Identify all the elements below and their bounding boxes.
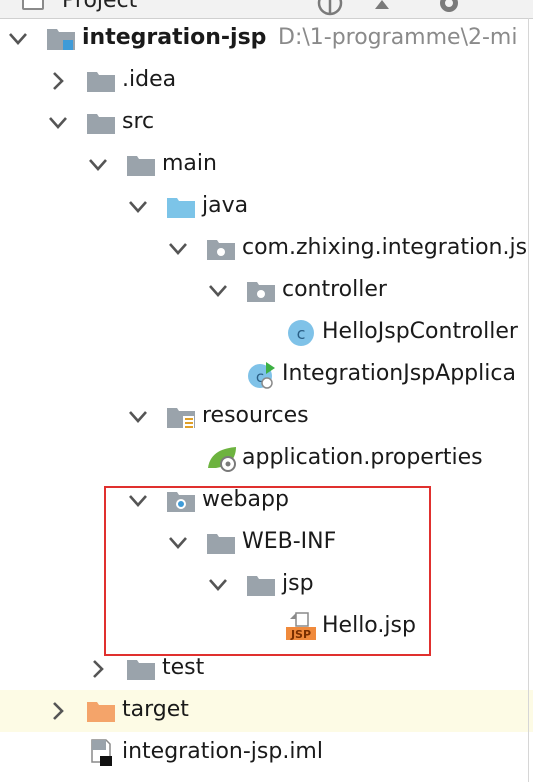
tree-row[interactable]: application.properties <box>0 438 533 480</box>
tree-item-label: webapp <box>202 487 289 512</box>
module-icon <box>46 27 76 51</box>
expand-arrow-icon[interactable] <box>128 480 150 522</box>
folder-icon <box>86 111 116 135</box>
tree-row[interactable]: .idea <box>0 60 533 102</box>
tree-item-label: src <box>122 109 155 134</box>
tree-row[interactable]: integration-jsp D:\1-programme\2-mi <box>0 18 533 60</box>
locate-icon[interactable] <box>316 0 344 18</box>
spring-properties-icon <box>206 444 236 472</box>
resources-folder-icon <box>166 405 196 429</box>
tree-row[interactable]: test <box>0 648 533 690</box>
tree-row[interactable]: java <box>0 186 533 228</box>
folder-icon <box>206 531 236 555</box>
settings-gear-icon[interactable] <box>436 0 462 18</box>
tree-item-label: integration-jsp <box>82 25 267 50</box>
package-icon <box>206 237 236 261</box>
project-view-icon <box>22 0 44 10</box>
tree-right-border <box>528 18 529 782</box>
folder-icon <box>126 657 156 681</box>
tree-item-label: java <box>202 193 249 218</box>
package-icon <box>246 279 276 303</box>
expand-arrow-icon[interactable] <box>128 396 150 438</box>
tree-row[interactable]: c IntegrationJspApplica <box>0 354 533 396</box>
expand-arrow-icon[interactable] <box>168 522 190 564</box>
spring-boot-class-icon: c <box>246 360 276 389</box>
folder-icon <box>126 153 156 177</box>
folder-icon <box>246 573 276 597</box>
tree-row[interactable]: src <box>0 102 533 144</box>
source-folder-icon <box>166 195 196 219</box>
tree-row[interactable]: WEB-INF <box>0 522 533 564</box>
collapse-all-icon[interactable] <box>372 0 392 18</box>
collapse-arrow-icon[interactable] <box>48 690 70 732</box>
expand-arrow-icon[interactable] <box>208 564 230 606</box>
collapse-arrow-icon[interactable] <box>88 648 110 690</box>
excluded-folder-icon <box>86 699 116 723</box>
tree-item-label: resources <box>202 403 309 428</box>
tree-item-label: com.zhixing.integration.js <box>242 235 528 260</box>
tree-item-label: WEB-INF <box>242 529 337 554</box>
tree-row[interactable]: com.zhixing.integration.js <box>0 228 533 270</box>
panel-title: Project <box>62 0 138 13</box>
expand-arrow-icon[interactable] <box>48 102 70 144</box>
iml-file-icon <box>86 738 116 766</box>
svg-text:JSP: JSP <box>290 628 311 641</box>
tree-row[interactable]: main <box>0 144 533 186</box>
tree-row[interactable]: resources <box>0 396 533 438</box>
folder-icon <box>86 69 116 93</box>
tree-item-label: target <box>122 697 189 722</box>
tree-row[interactable]: target <box>0 690 533 732</box>
tree-item-label: integration-jsp.iml <box>122 739 323 764</box>
expand-arrow-icon[interactable] <box>168 228 190 270</box>
tree-item-label: IntegrationJspApplica <box>282 361 516 386</box>
tree-item-label: main <box>162 151 217 176</box>
project-toolbar: Project <box>0 0 533 19</box>
tree-row[interactable]: c HelloJspController <box>0 312 533 354</box>
tree-item-label: application.properties <box>242 445 483 470</box>
tree-item-label: HelloJspController <box>322 319 518 344</box>
tree-item-label: test <box>162 655 205 680</box>
tree-item-label: controller <box>282 277 387 302</box>
expand-arrow-icon[interactable] <box>128 186 150 228</box>
tree-item-label: jsp <box>282 571 314 596</box>
tree-row[interactable]: jsp <box>0 564 533 606</box>
web-folder-icon <box>166 489 196 513</box>
svg-text:c: c <box>297 324 306 343</box>
tree-row[interactable]: controller <box>0 270 533 312</box>
collapse-arrow-icon[interactable] <box>48 60 70 102</box>
tree-row[interactable]: integration-jsp.iml <box>0 732 533 774</box>
project-tree: integration-jsp D:\1-programme\2-mi .idea s… <box>0 18 533 782</box>
expand-arrow-icon[interactable] <box>8 18 30 60</box>
expand-arrow-icon[interactable] <box>88 144 110 186</box>
tree-row[interactable]: JSP Hello.jsp <box>0 606 533 648</box>
tree-item-label: Hello.jsp <box>322 613 416 638</box>
jsp-file-icon: JSP <box>286 612 316 641</box>
class-icon: c <box>286 318 316 346</box>
tree-item-label: .idea <box>122 67 177 92</box>
module-path: D:\1-programme\2-mi <box>278 25 518 50</box>
tree-row[interactable]: webapp <box>0 480 533 522</box>
expand-arrow-icon[interactable] <box>208 270 230 312</box>
